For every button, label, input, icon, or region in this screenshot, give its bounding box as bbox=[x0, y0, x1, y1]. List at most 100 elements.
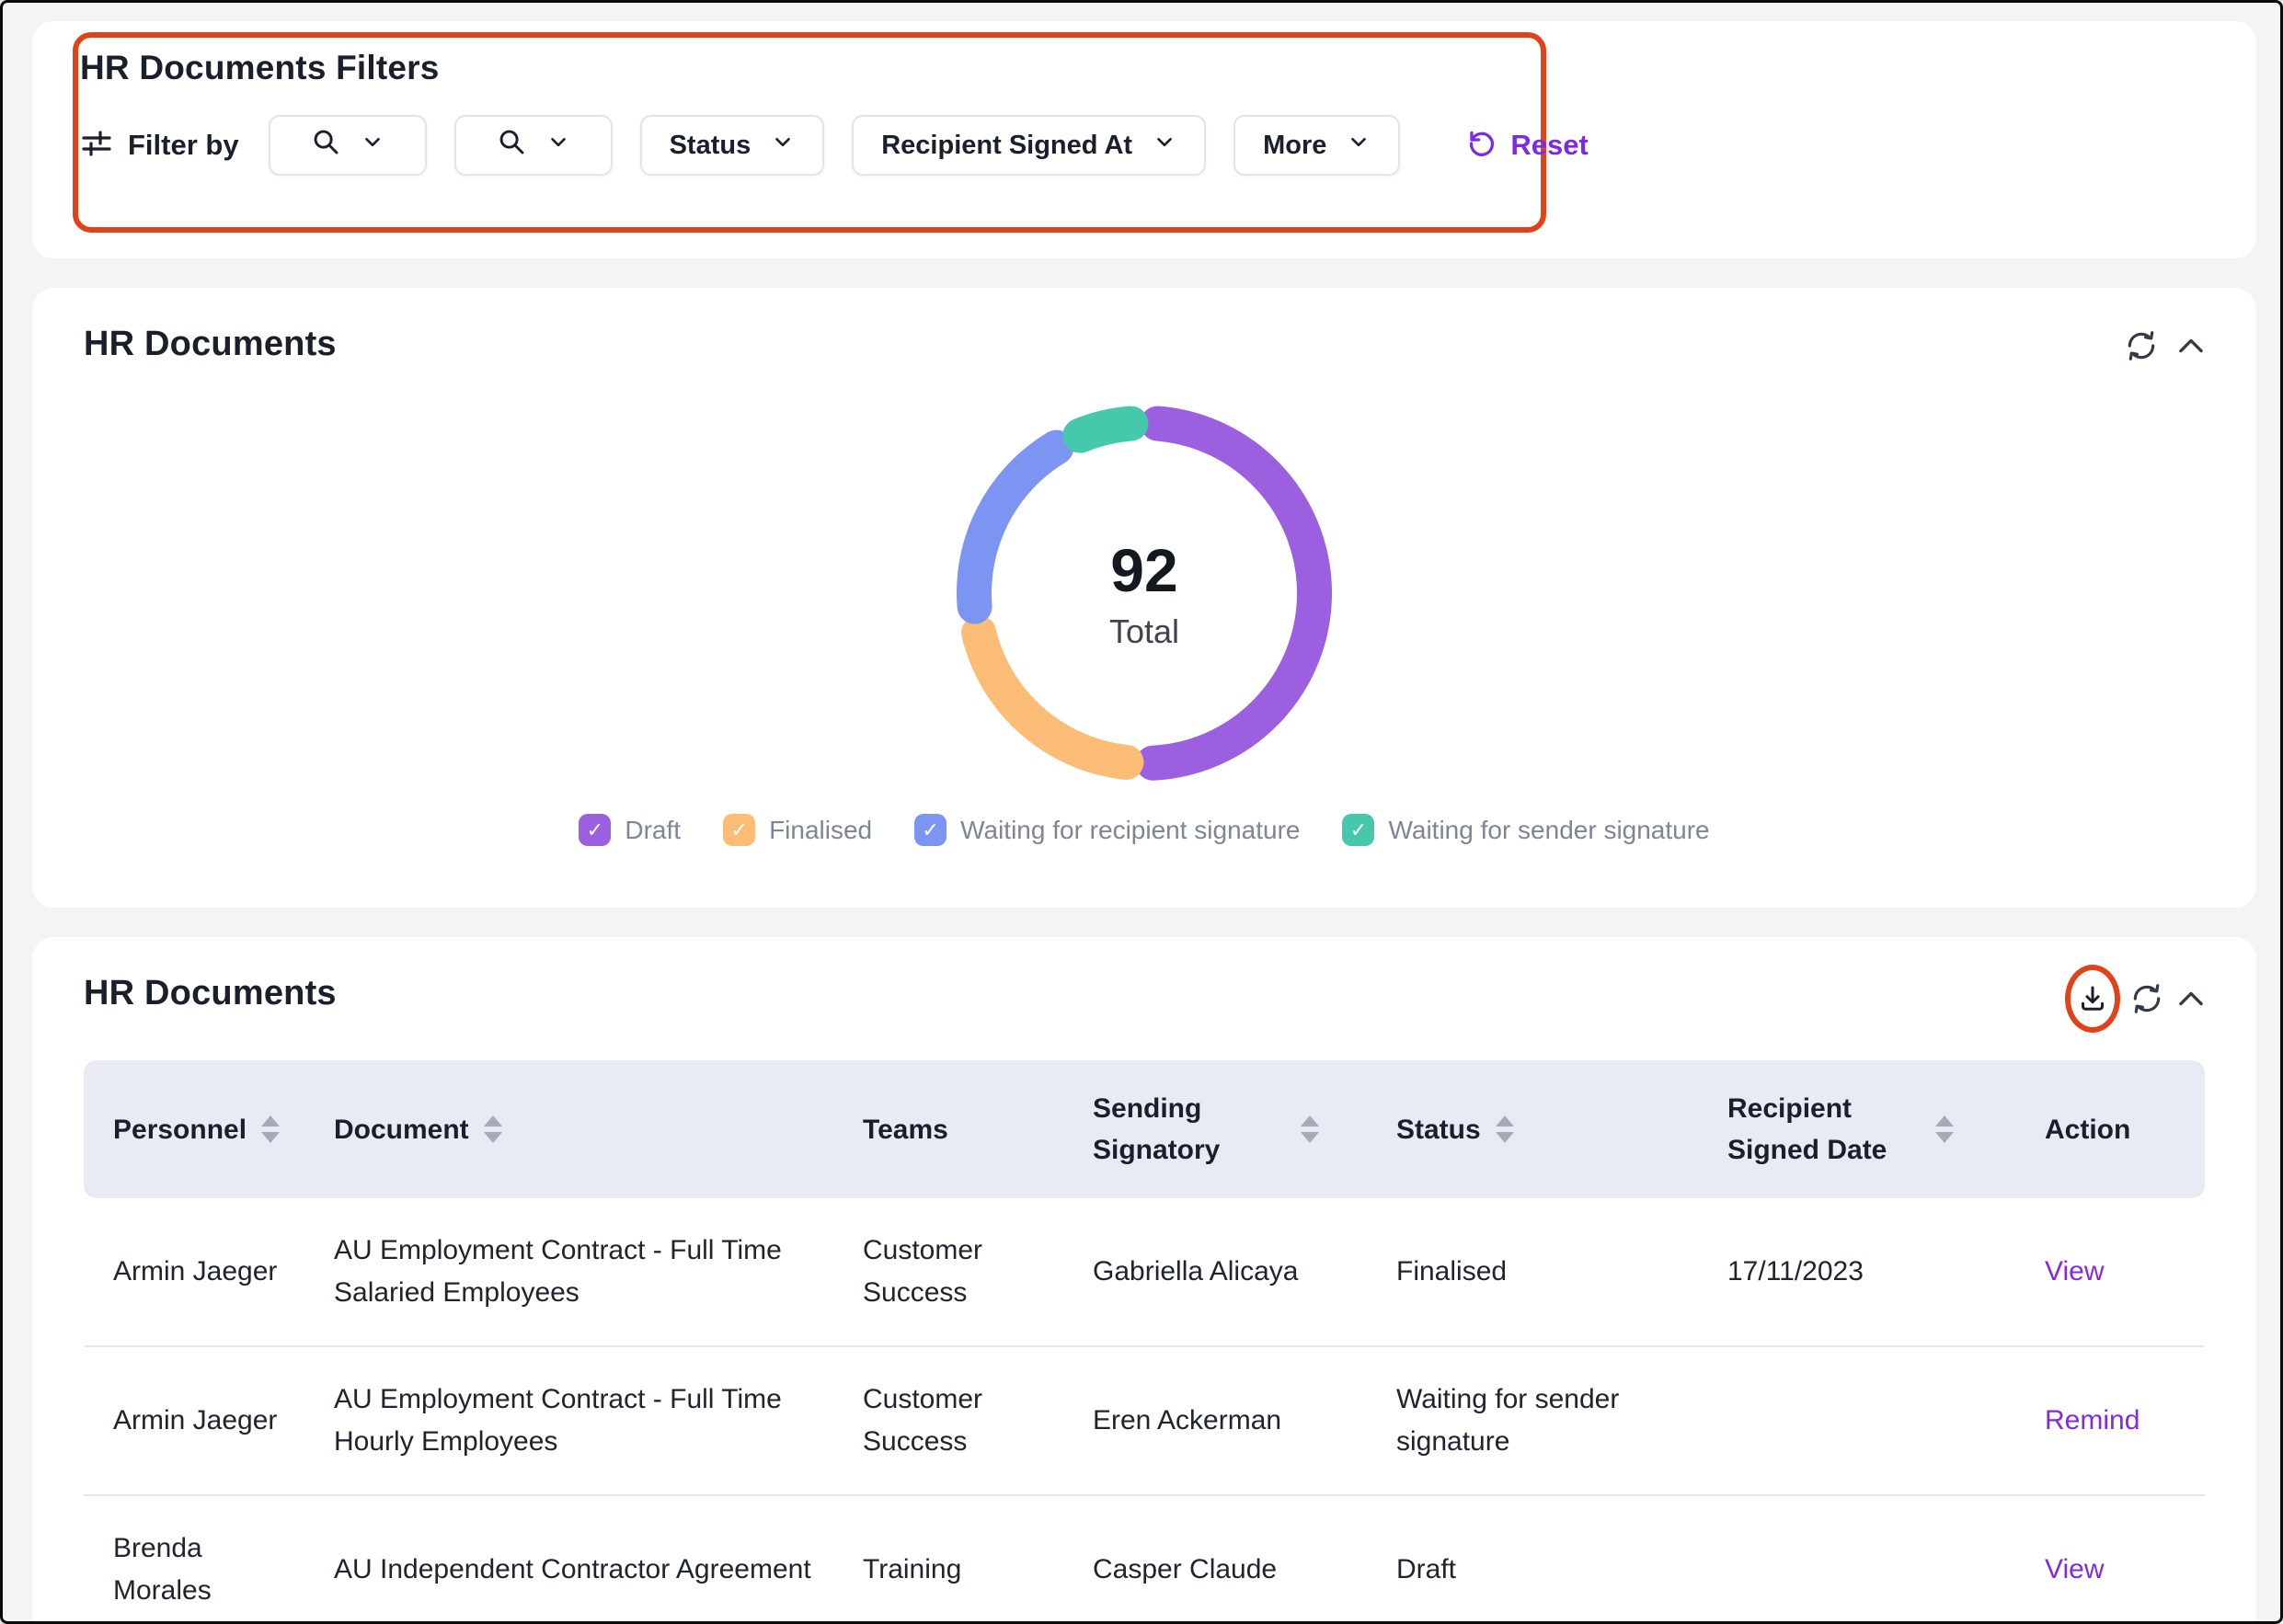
checkbox-icon: ✓ bbox=[579, 814, 611, 846]
chevron-down-icon bbox=[546, 130, 570, 161]
cell-personnel: Armin Jaeger bbox=[84, 1198, 304, 1345]
filter-dropdown-status[interactable]: Status bbox=[640, 115, 825, 176]
sort-arrows-icon bbox=[1496, 1115, 1514, 1143]
column-header-label: Document bbox=[334, 1109, 469, 1150]
cell-document: AU Employment Contract - Full Time Hourl… bbox=[304, 1347, 833, 1494]
column-header-label: Status bbox=[1396, 1109, 1481, 1150]
table-card-actions bbox=[2065, 965, 2208, 1033]
table-row: Armin Jaeger AU Employment Contract - Fu… bbox=[84, 1198, 2205, 1347]
download-icon[interactable] bbox=[2076, 982, 2109, 1015]
checkbox-icon: ✓ bbox=[723, 814, 755, 846]
donut-segment bbox=[974, 448, 1056, 607]
cell-teams: Customer Success bbox=[833, 1347, 1063, 1494]
filter-dropdown-label: Status bbox=[670, 131, 751, 161]
cell-status: Finalised bbox=[1367, 1198, 1698, 1345]
donut-chart: 92 Total bbox=[938, 387, 1350, 799]
remind-link[interactable]: Remind bbox=[2045, 1400, 2140, 1443]
cell-action: View bbox=[2015, 1496, 2205, 1624]
legend-item-waiting-recipient[interactable]: ✓ Waiting for recipient signature bbox=[914, 814, 1300, 846]
cell-recipient-signed-date: 17/11/2023 bbox=[1698, 1198, 2015, 1345]
table-card: HR Documents bbox=[32, 937, 2256, 1624]
legend-label: Waiting for recipient signature bbox=[960, 816, 1300, 845]
column-header-label: Action bbox=[2045, 1109, 2130, 1150]
hr-documents-page: HR Documents Filters Filter by bbox=[0, 0, 2283, 1624]
filter-dropdown-search-1[interactable] bbox=[269, 115, 427, 176]
donut-chart-svg bbox=[938, 387, 1350, 799]
cell-recipient-signed-date bbox=[1698, 1496, 2015, 1624]
filter-dropdown-label: More bbox=[1263, 131, 1326, 161]
chevron-down-icon bbox=[1153, 130, 1176, 161]
cell-sending-signatory: Eren Ackerman bbox=[1063, 1347, 1367, 1494]
table-row: Armin Jaeger AU Employment Contract - Fu… bbox=[84, 1347, 2205, 1496]
cell-personnel: Brenda Morales bbox=[84, 1496, 304, 1624]
column-header-sending-signatory[interactable]: Sending Signatory bbox=[1063, 1060, 1367, 1198]
filter-by-label: Filter by bbox=[128, 129, 239, 162]
donut-segment bbox=[1080, 424, 1130, 436]
column-header-status[interactable]: Status bbox=[1367, 1060, 1698, 1198]
sort-arrows-icon bbox=[1935, 1115, 1954, 1143]
legend-item-waiting-sender[interactable]: ✓ Waiting for sender signature bbox=[1342, 814, 1709, 846]
filter-dropdown-more[interactable]: More bbox=[1233, 115, 1400, 176]
sliders-icon bbox=[80, 127, 113, 165]
table-header-row: Personnel Document Teams Sending Signato… bbox=[84, 1060, 2205, 1198]
reset-button[interactable]: Reset bbox=[1466, 128, 1588, 164]
cell-status: Waiting for sender signature bbox=[1367, 1347, 1698, 1494]
chevron-down-icon bbox=[361, 130, 384, 161]
cell-teams: Customer Success bbox=[833, 1198, 1063, 1345]
filter-dropdown-recipient-signed-at[interactable]: Recipient Signed At bbox=[852, 115, 1206, 176]
cell-action: Remind bbox=[2015, 1347, 2205, 1494]
column-header-personnel[interactable]: Personnel bbox=[84, 1060, 304, 1198]
donut-segment bbox=[1153, 424, 1314, 763]
cell-action: View bbox=[2015, 1198, 2205, 1345]
table-card-title: HR Documents bbox=[84, 974, 337, 1013]
hr-documents-table: Personnel Document Teams Sending Signato… bbox=[84, 1060, 2205, 1624]
filters-row: Filter by bbox=[80, 115, 1589, 176]
table-row: Brenda Morales AU Independent Contractor… bbox=[84, 1496, 2205, 1624]
chart-legend: ✓ Draft ✓ Finalised ✓ Waiting for recipi… bbox=[32, 814, 2256, 846]
legend-item-draft[interactable]: ✓ Draft bbox=[579, 814, 681, 846]
chart-card-title: HR Documents bbox=[84, 325, 337, 364]
cell-teams: Training bbox=[833, 1496, 1063, 1624]
chevron-up-icon[interactable] bbox=[2174, 981, 2208, 1016]
reset-label: Reset bbox=[1510, 129, 1588, 162]
table-body: Armin Jaeger AU Employment Contract - Fu… bbox=[84, 1198, 2205, 1624]
sort-arrows-icon bbox=[484, 1115, 502, 1143]
chart-card-actions bbox=[2124, 328, 2208, 363]
column-header-document[interactable]: Document bbox=[304, 1060, 833, 1198]
rotate-ccw-icon bbox=[1466, 128, 1497, 164]
column-header-label: Sending Signatory bbox=[1093, 1088, 1286, 1171]
refresh-icon[interactable] bbox=[2124, 328, 2159, 363]
filter-dropdown-label: Recipient Signed At bbox=[881, 131, 1132, 161]
filter-dropdown-search-2[interactable] bbox=[454, 115, 613, 176]
annotation-circle bbox=[2065, 965, 2120, 1033]
legend-label: Waiting for sender signature bbox=[1388, 816, 1709, 845]
legend-item-finalised[interactable]: ✓ Finalised bbox=[723, 814, 872, 846]
column-header-action: Action bbox=[2015, 1060, 2205, 1198]
chart-card: HR Documents 92 Total bbox=[32, 288, 2256, 908]
cell-document: AU Independent Contractor Agreement bbox=[304, 1496, 833, 1624]
cell-sending-signatory: Casper Claude bbox=[1063, 1496, 1367, 1624]
search-icon bbox=[311, 127, 340, 164]
column-header-label: Personnel bbox=[113, 1109, 247, 1150]
view-link[interactable]: View bbox=[2045, 1251, 2104, 1294]
search-icon bbox=[497, 127, 526, 164]
cell-status: Draft bbox=[1367, 1496, 1698, 1624]
view-link[interactable]: View bbox=[2045, 1549, 2104, 1592]
chevron-up-icon[interactable] bbox=[2174, 328, 2208, 363]
filter-by: Filter by bbox=[80, 127, 239, 165]
legend-label: Draft bbox=[625, 816, 681, 845]
filters-card: HR Documents Filters Filter by bbox=[32, 21, 2256, 258]
sort-arrows-icon bbox=[261, 1115, 280, 1143]
checkbox-icon: ✓ bbox=[914, 814, 946, 846]
column-header-label: Recipient Signed Date bbox=[1727, 1088, 1921, 1171]
donut-segment bbox=[979, 633, 1126, 762]
cell-document: AU Employment Contract - Full Time Salar… bbox=[304, 1198, 833, 1345]
filters-card-title: HR Documents Filters bbox=[80, 49, 440, 87]
checkbox-icon: ✓ bbox=[1342, 814, 1374, 846]
sort-arrows-icon bbox=[1301, 1115, 1319, 1143]
column-header-recipient-signed-date[interactable]: Recipient Signed Date bbox=[1698, 1060, 2015, 1198]
chevron-down-icon bbox=[1347, 130, 1371, 161]
legend-label: Finalised bbox=[769, 816, 872, 845]
refresh-icon[interactable] bbox=[2129, 981, 2164, 1016]
cell-personnel: Armin Jaeger bbox=[84, 1347, 304, 1494]
